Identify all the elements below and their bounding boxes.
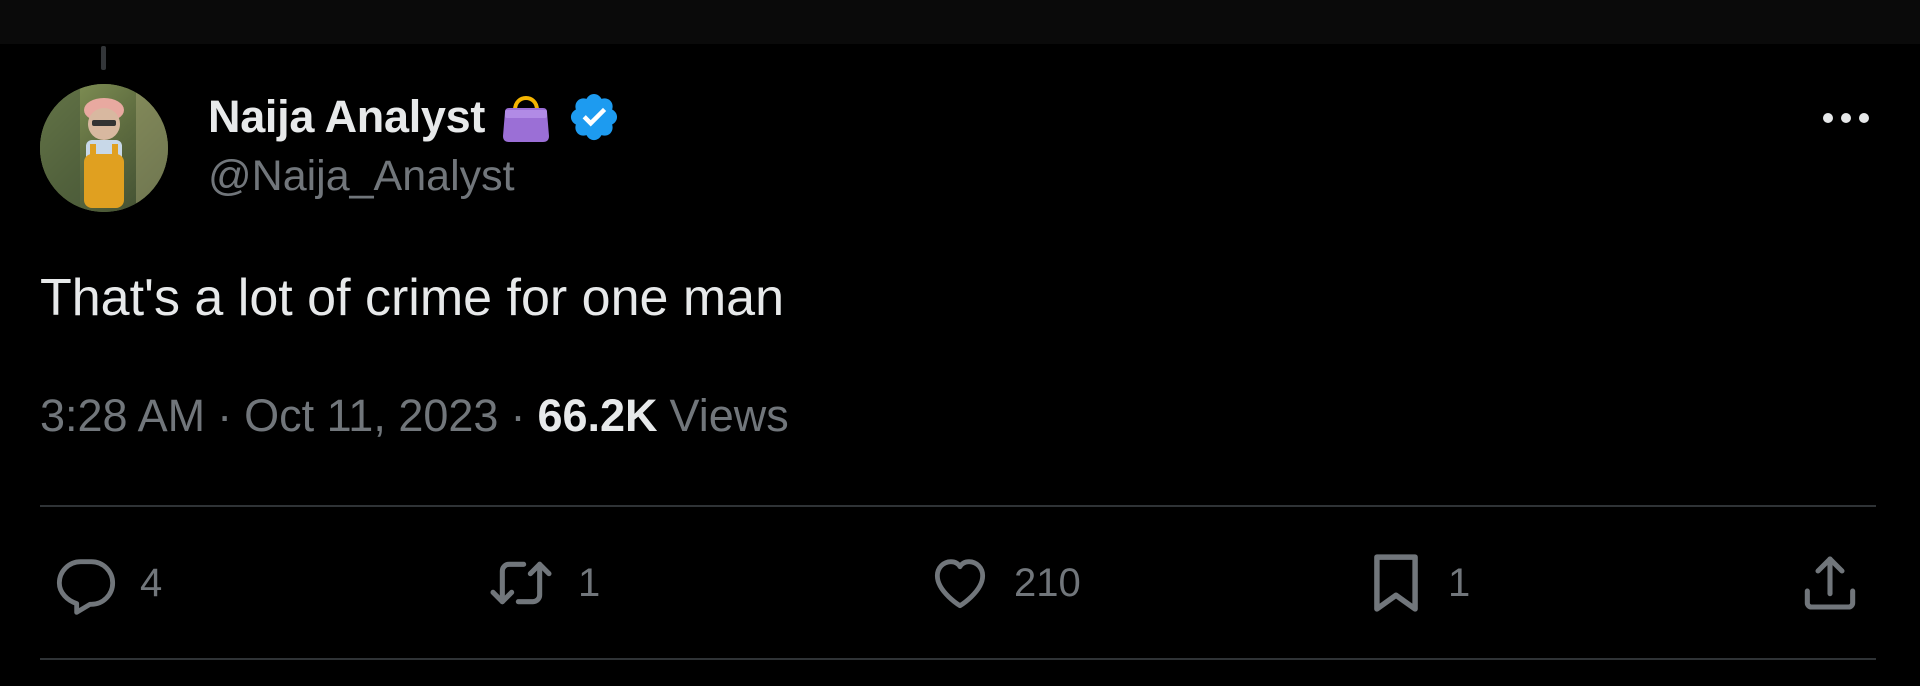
tweet-time[interactable]: 3:28 AM: [40, 390, 205, 442]
bookmark-icon: [1374, 554, 1418, 612]
verified-badge-icon[interactable]: [567, 90, 621, 144]
avatar[interactable]: [40, 84, 168, 212]
more-options-button[interactable]: [1818, 100, 1874, 136]
divider: [40, 658, 1876, 660]
heart-icon: [934, 559, 986, 609]
reply-button[interactable]: 4: [54, 550, 162, 616]
divider: [40, 505, 1876, 507]
more-dots-icon: [1823, 113, 1869, 123]
reply-icon: [56, 559, 116, 615]
author-handle[interactable]: @Naija_Analyst: [208, 152, 515, 201]
purse-emoji-icon: [497, 88, 555, 146]
retweet-button[interactable]: 1: [486, 550, 600, 616]
bookmark-button[interactable]: 1: [1366, 550, 1470, 616]
retweet-count: 1: [578, 560, 601, 605]
tweet-meta: 3:28 AM · Oct 11, 2023 · 66.2K Views: [40, 390, 789, 442]
retweet-icon: [490, 561, 552, 605]
author-name-row: Naija Analyst: [208, 86, 621, 148]
tweet-text: That's a lot of crime for one man: [40, 269, 785, 327]
share-button[interactable]: [1798, 550, 1862, 616]
like-count: 210: [1014, 560, 1081, 605]
meta-separator: ·: [217, 390, 233, 441]
tweet-date[interactable]: Oct 11, 2023: [244, 390, 498, 442]
share-icon: [1804, 556, 1856, 610]
like-button[interactable]: 210: [928, 550, 1081, 616]
views-label[interactable]: Views: [670, 390, 789, 442]
author-display-name[interactable]: Naija Analyst: [208, 91, 485, 143]
reply-count: 4: [140, 560, 163, 605]
meta-separator: ·: [510, 390, 526, 441]
thread-connector-line: [101, 46, 106, 70]
views-count[interactable]: 66.2K: [537, 390, 657, 442]
bookmark-count: 1: [1448, 560, 1471, 605]
top-strip: [0, 0, 1920, 44]
